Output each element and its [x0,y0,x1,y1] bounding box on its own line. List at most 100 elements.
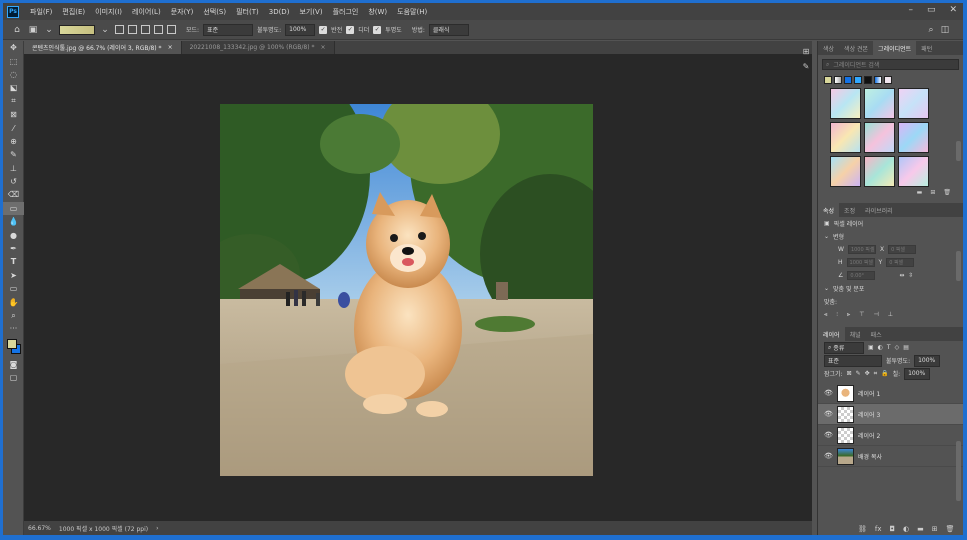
height-field[interactable]: 1000 픽셀 [846,258,875,267]
recent-gradient-swatch[interactable] [874,76,882,84]
new-gradient-icon[interactable]: ⊞ [930,189,935,197]
new-layer-icon[interactable]: ⊞ [932,525,938,533]
eye-icon[interactable]: 👁 [824,389,833,397]
gradient-preset[interactable] [898,88,929,119]
filter-type-icon[interactable]: T [887,344,891,351]
quick-mask-icon[interactable]: ◙ [3,358,24,371]
folder-icon[interactable]: ▬ [917,525,924,533]
blur-tool-icon[interactable]: 💧 [3,215,24,228]
pen-tool-icon[interactable]: ✒ [3,242,24,255]
tool-preset-icon[interactable]: ▣ [27,24,39,36]
lock-icon[interactable]: 🔒 [881,370,888,377]
trash-icon[interactable]: 🗑 [943,189,951,197]
rectangle-tool-icon[interactable]: ▭ [3,282,24,295]
zoom-level[interactable]: 66.67% [28,525,51,532]
transform-header[interactable]: ⌄ 변형 [818,230,963,243]
gradient-dropdown-icon[interactable]: ⌄ [99,24,111,36]
tab-swatches[interactable]: 색상 견본 [839,41,873,55]
object-select-tool-icon[interactable]: ⬕ [3,81,24,94]
align-center-icon[interactable]: ⫶ [836,311,838,319]
y-field[interactable]: 0 픽셀 [886,258,915,267]
tab-color[interactable]: 색상 [818,41,839,55]
reverse-checkbox[interactable]: ✓ [319,25,328,34]
filter-adjustment-icon[interactable]: ◐ [878,344,883,351]
hand-tool-icon[interactable]: ✋ [3,295,24,308]
tab-libraries[interactable]: 라이브러리 [860,203,898,217]
foreground-color-swatch[interactable] [7,338,17,349]
gradient-tool-icon[interactable]: ▭ [3,201,24,216]
menu-3d[interactable]: 3D(D) [264,8,295,16]
eyedropper-tool-icon[interactable]: ⁄ [3,121,24,134]
tab-document-1[interactable]: 콘텐츠인식툴.jpg @ 66.7% (레이어 3, RGB/8) * × [24,41,182,54]
close-icon[interactable]: × [168,44,173,51]
blend-mode-select[interactable]: 표준 [824,354,882,367]
gradient-preview-swatch[interactable] [59,24,95,35]
reflected-gradient-icon[interactable] [154,25,163,34]
layer-opacity-input[interactable]: 100% [914,354,941,367]
tab-channels[interactable]: 채널 [845,327,866,341]
layer-row[interactable]: 👁 배경 복사 [818,446,963,467]
recent-gradient-swatch[interactable] [844,76,852,84]
align-right-icon[interactable]: ⫸ [847,311,850,319]
tab-properties[interactable]: 속성 [818,203,840,217]
panel-scrollbar[interactable] [956,141,961,161]
menu-view[interactable]: 보기(V) [294,7,327,17]
menu-window[interactable]: 창(W) [363,7,392,17]
gradient-preset[interactable] [864,122,895,153]
lock-brush-icon[interactable]: ✎ [856,370,861,377]
filter-pixel-icon[interactable]: ▣ [868,344,874,351]
brush-tool-icon[interactable]: ✎ [3,148,24,161]
type-tool-icon[interactable]: T [3,255,24,268]
gradient-preset[interactable] [864,156,895,187]
tab-adjustments[interactable]: 조정 [839,203,860,217]
menu-layer[interactable]: 레이어(L) [127,7,166,17]
menu-image[interactable]: 이미지(I) [90,7,127,17]
link-icon[interactable]: ⛓ [858,525,867,533]
stamp-tool-icon[interactable]: ⊥ [3,162,24,175]
tab-layers[interactable]: 레이어 [818,327,845,341]
marquee-tool-icon[interactable]: ⬚ [3,54,24,67]
align-bottom-icon[interactable]: ⊥ [888,311,893,318]
diamond-gradient-icon[interactable] [167,25,176,34]
crop-tool-icon[interactable]: ⌗ [3,95,24,108]
gradient-preset[interactable] [898,156,929,187]
width-field[interactable]: 1000 픽셀 [847,245,876,254]
dither-checkbox[interactable]: ✓ [346,25,355,34]
lock-move-icon[interactable]: ✥ [865,370,870,377]
lock-artboard-icon[interactable]: ⌗ [874,370,877,378]
menu-filter[interactable]: 필터(T) [231,7,264,17]
layer-row[interactable]: 👁 레이어 3 [818,404,963,425]
minimize-button[interactable]: – [908,5,913,15]
align-left-icon[interactable]: ⫷ [824,311,827,319]
search-icon[interactable]: ⌕ [925,24,937,36]
menu-type[interactable]: 문자(Y) [166,7,199,17]
recent-gradient-swatch[interactable] [854,76,862,84]
gradient-preset[interactable] [830,156,861,187]
layers-scrollbar[interactable] [956,441,961,501]
menu-edit[interactable]: 편집(E) [57,7,90,17]
x-field[interactable]: 0 픽셀 [888,245,917,254]
recent-gradient-swatch[interactable] [834,76,842,84]
move-tool-icon[interactable]: ✥ [3,41,24,54]
eye-icon[interactable]: 👁 [824,410,833,418]
dodge-tool-icon[interactable]: ● [3,228,24,241]
menu-file[interactable]: 파일(F) [25,7,57,17]
adjustment-layer-icon[interactable]: ◐ [903,525,909,533]
eye-icon[interactable]: 👁 [824,431,833,439]
filter-shape-icon[interactable]: ◇ [895,344,900,351]
close-button[interactable]: ✕ [949,5,957,15]
history-panel-icon[interactable]: ⊞ [803,47,810,56]
eraser-tool-icon[interactable]: ⌫ [3,188,24,201]
more-tools-icon[interactable]: ··· [3,322,24,335]
chevron-down-icon[interactable]: ⌄ [43,24,55,36]
align-top-icon[interactable]: ⊤ [859,311,864,318]
canvas-area[interactable] [24,54,812,521]
chevron-right-icon[interactable]: › [156,525,158,532]
gradient-preset[interactable] [898,122,929,153]
filter-smart-icon[interactable]: ▤ [903,344,909,351]
align-middle-icon[interactable]: ⊣ [874,311,879,318]
flip-vertical-icon[interactable]: ⇳ [908,272,913,279]
healing-brush-tool-icon[interactable]: ⊕ [3,135,24,148]
fx-icon[interactable]: fx [875,525,882,533]
menu-plugins[interactable]: 플러그인 [328,7,364,17]
